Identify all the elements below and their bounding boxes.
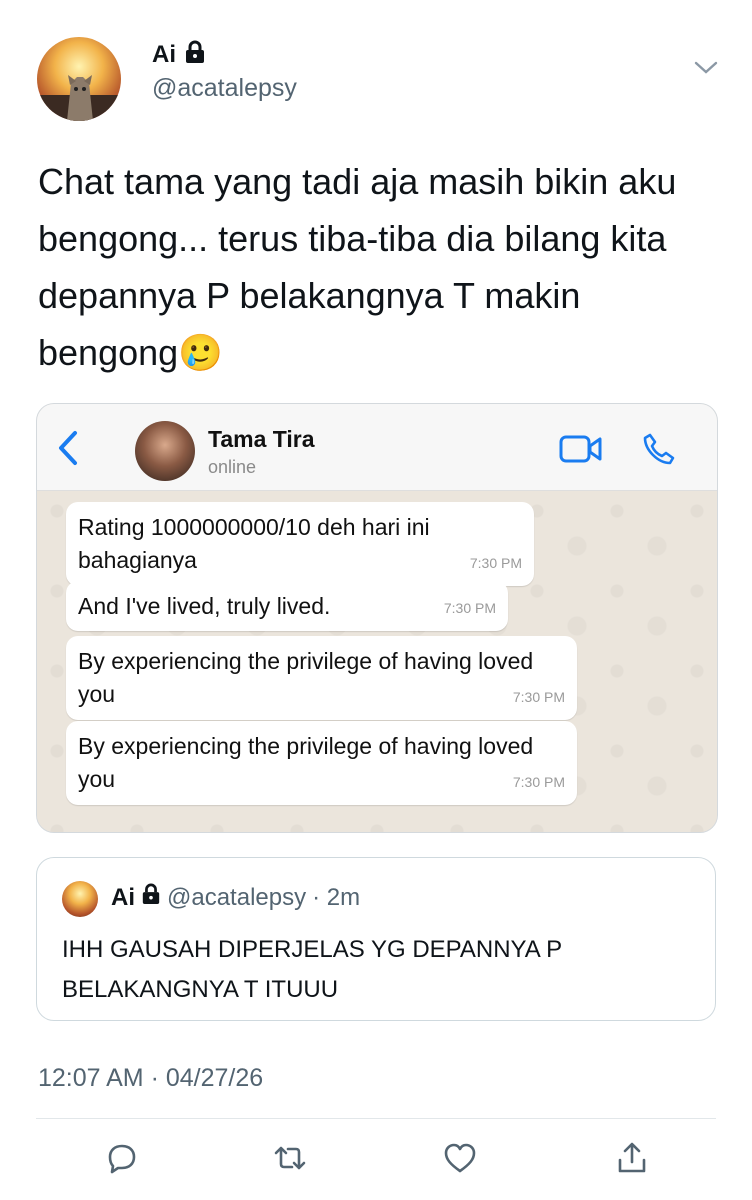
message-bubble: By experiencing the privilege of having … xyxy=(66,721,577,805)
divider xyxy=(36,1118,716,1119)
reply-icon[interactable] xyxy=(104,1140,140,1176)
retweet-icon[interactable] xyxy=(272,1140,308,1176)
quoted-author-name: Ai xyxy=(111,883,135,911)
message-text: Rating 1000000000/10 deh hari ini bahagi… xyxy=(78,514,430,573)
message-bubble: Rating 1000000000/10 deh hari ini bahagi… xyxy=(66,502,534,586)
quoted-tweet[interactable]: Ai @acatalepsy · 2m IHH GAUSAH DIPERJELA… xyxy=(36,857,716,1021)
message-text: By experiencing the privilege of having … xyxy=(78,648,534,707)
contact-name: Tama Tira xyxy=(208,426,315,452)
lock-icon xyxy=(141,883,161,912)
lock-icon xyxy=(184,40,206,69)
author-name[interactable]: Ai xyxy=(152,41,176,69)
message-time: 7:30 PM xyxy=(512,774,565,790)
message-time: 7:30 PM xyxy=(469,555,522,571)
quoted-time: · 2m xyxy=(312,883,361,911)
author-name-row: Ai xyxy=(152,40,206,69)
chevron-down-icon[interactable] xyxy=(694,60,718,76)
back-arrow-icon xyxy=(57,430,79,466)
message-time: 7:30 PM xyxy=(443,600,496,616)
message-text: By experiencing the privilege of having … xyxy=(78,733,534,792)
video-call-icon xyxy=(559,434,603,464)
share-icon[interactable] xyxy=(614,1140,650,1176)
tweet-text: Chat tama yang tadi aja masih bikin aku … xyxy=(38,161,677,373)
message-bubble: And I've lived, truly lived. 7:30 PM xyxy=(66,581,508,631)
contact-status: online xyxy=(208,457,257,477)
quoted-author-handle: @acatalepsy xyxy=(167,883,307,911)
message-bubble: By experiencing the privilege of having … xyxy=(66,636,577,720)
tweet-timestamp: 12:07 AM · 04/27/26 xyxy=(38,1064,264,1092)
author-avatar[interactable] xyxy=(37,37,121,121)
contact-avatar xyxy=(135,421,195,481)
attached-image[interactable]: Tama Tira online Rating 1000000000/10 de… xyxy=(36,403,718,833)
phone-call-icon xyxy=(642,432,676,466)
quoted-header: Ai @acatalepsy · 2m xyxy=(111,883,360,912)
message-text: And I've lived, truly lived. xyxy=(78,593,331,619)
quoted-author-avatar xyxy=(62,881,98,917)
message-time: 7:30 PM xyxy=(512,689,565,705)
author-handle[interactable]: @acatalepsy xyxy=(152,74,297,103)
chat-body: Rating 1000000000/10 deh hari ini bahagi… xyxy=(37,491,717,832)
chat-header: Tama Tira online xyxy=(37,404,717,491)
quoted-text: IHH GAUSAH DIPERJELAS YG DEPANNYA P BELA… xyxy=(62,936,562,1003)
heart-icon[interactable] xyxy=(442,1140,478,1176)
